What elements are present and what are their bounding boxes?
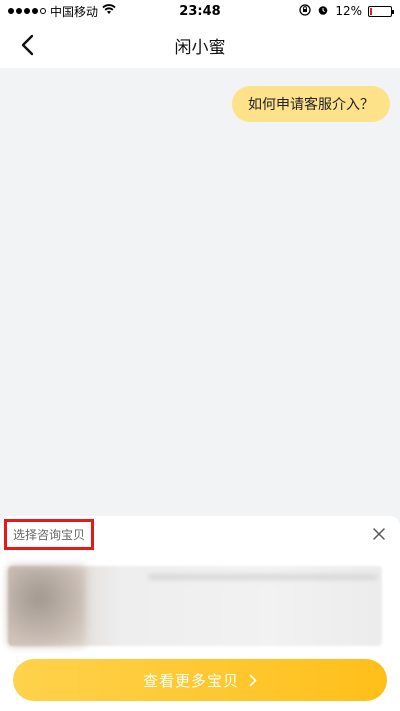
wifi-icon: [102, 4, 116, 18]
close-button[interactable]: [370, 525, 388, 543]
chevron-right-icon: [249, 674, 257, 686]
status-time: 23:48: [179, 3, 221, 19]
status-left: 中国移动: [8, 3, 116, 20]
carrier-label: 中国移动: [50, 4, 99, 19]
battery-icon: [368, 5, 394, 17]
item-thumbnail: [8, 566, 86, 646]
sheet-header: 选择咨询宝贝: [0, 516, 400, 552]
item-card[interactable]: [8, 566, 382, 646]
chevron-left-icon: [21, 34, 34, 56]
rotation-lock-icon: [299, 3, 311, 19]
back-button[interactable]: [14, 32, 40, 58]
page-title: 闲小蜜: [174, 37, 226, 58]
battery-fill: [370, 7, 372, 15]
view-more-items-label: 查看更多宝贝: [142, 671, 239, 690]
battery-percent: 12%: [335, 4, 362, 18]
status-bar: 中国移动 23:48 12%: [0, 0, 400, 22]
nav-bar: 闲小蜜: [0, 22, 400, 68]
item-title-blurred: [148, 574, 378, 580]
close-icon: [373, 528, 385, 540]
user-message-bubble: 如何申请客服介入？: [232, 86, 390, 122]
alarm-icon: [317, 4, 329, 19]
status-right: 12%: [299, 3, 394, 19]
view-more-items-button[interactable]: 查看更多宝贝: [13, 659, 387, 701]
signal-strength-icon: [8, 8, 46, 14]
sheet-title: 选择咨询宝贝: [4, 518, 95, 550]
